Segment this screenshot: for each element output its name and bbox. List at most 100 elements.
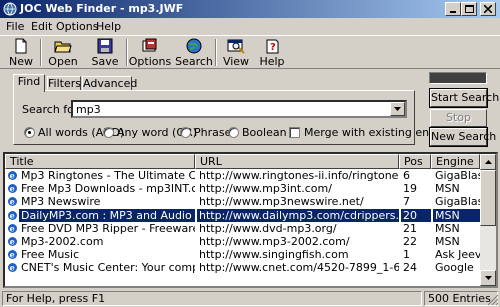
help-icon: ? (266, 39, 279, 54)
ie-page-icon: e (8, 184, 17, 194)
tab-advanced[interactable]: Advanced (82, 76, 137, 91)
ie-page-icon: e (8, 223, 17, 233)
ie-page-icon: e (8, 237, 17, 247)
help-button[interactable]: ? Help (253, 37, 291, 69)
radio-boolean[interactable] (228, 126, 239, 138)
svg-text:e: e (10, 237, 15, 247)
minimize-button[interactable] (445, 2, 461, 16)
column-pos[interactable]: Pos (399, 154, 431, 169)
menu-edit[interactable]: Edit (31, 20, 52, 33)
cell-url: http://www.mp3int.com/ (199, 182, 332, 196)
cell-url: http://www.mp3newswire.net/ (199, 195, 364, 209)
ie-page-icon: e (8, 197, 17, 207)
table-row[interactable]: e Mp3 Ringtones - The Ultimate Collection… (5, 169, 496, 182)
results-scrollbar[interactable] (480, 154, 496, 286)
window-title: JOC Web Finder - mp3.JWF (20, 2, 184, 15)
search-dropdown-button[interactable] (390, 102, 405, 116)
resize-grip-icon[interactable] (487, 294, 499, 306)
cell-engine: MSN (433, 208, 480, 222)
merge-checkbox[interactable] (289, 126, 300, 138)
cell-engine: MSN (435, 235, 460, 248)
start-search-button[interactable]: Start Search (429, 88, 499, 108)
save-button[interactable]: Save (86, 37, 124, 69)
close-button[interactable] (480, 2, 496, 16)
cell-title: MP3 Newswire (21, 195, 101, 209)
table-row[interactable]: e MP3 Newswire http://www.mp3newswire.net/… (5, 195, 496, 208)
cell-title: Free Music (21, 248, 80, 262)
options-icon (142, 38, 157, 52)
table-row[interactable]: e CNET's Music Center: Your complete gui.… (5, 261, 496, 274)
menu-help[interactable]: Help (96, 20, 121, 33)
radio-all-words[interactable] (24, 126, 35, 138)
scroll-up-button[interactable] (480, 154, 496, 170)
close-icon (484, 5, 492, 13)
radio-any-word[interactable] (103, 126, 114, 138)
cell-url: http://www.mp3-2002.com/ (199, 235, 350, 248)
cell-url: http://www.cnet.com/4520-7899_1-6284920-… (199, 261, 399, 275)
cell-engine: MSN (435, 182, 460, 196)
table-row[interactable]: e Mp3-2002.com http://www.mp3-2002.com/22 M… (5, 235, 496, 248)
cell-engine: Ask Jeeves (435, 248, 480, 262)
cell-url: http://www.dvd-mp3.org/ (199, 221, 337, 235)
open-button[interactable]: Open (44, 37, 82, 69)
view-icon (227, 39, 245, 54)
options-button[interactable]: Options (128, 37, 172, 69)
column-engine[interactable]: Engine (431, 154, 480, 169)
toolbar-separator (40, 39, 42, 66)
table-row[interactable]: e Free Mp3 Downloads - mp3INT.com - W... h… (5, 182, 496, 195)
table-row[interactable]: e Free DVD MP3 Ripper - Freeware conver..… (5, 222, 496, 235)
mode-phrase[interactable]: Phrase (180, 125, 231, 139)
maximize-button[interactable] (461, 2, 477, 16)
cell-pos: 20 (401, 208, 431, 222)
menu-options[interactable]: Options (56, 20, 98, 33)
cell-title: CNET's Music Center: Your complete gui..… (21, 261, 195, 275)
cell-url: http://www.dailymp3.com/cdrippers.html (197, 208, 399, 222)
cell-engine: MSN (435, 221, 460, 235)
view-button[interactable]: View (217, 37, 255, 69)
mode-boolean[interactable]: Boolean (228, 125, 287, 139)
mode-boolean-label: Boolean (242, 125, 287, 139)
globe-search-icon (186, 38, 202, 54)
arrow-up-icon (484, 160, 492, 164)
search-button[interactable]: Search (173, 37, 215, 69)
save-disk-icon (97, 38, 113, 54)
cell-pos: 22 (403, 235, 417, 248)
cell-engine: GigaBlast (435, 169, 480, 182)
ie-page-icon: e (8, 171, 17, 181)
merge-option[interactable]: Merge with existing entries (289, 125, 454, 139)
cell-title: Mp3 Ringtones - The Ultimate Collection (21, 169, 195, 182)
column-title[interactable]: Title (5, 154, 195, 169)
cell-pos: 6 (403, 169, 410, 182)
tab-find[interactable]: Find (13, 74, 45, 92)
radio-phrase[interactable] (180, 126, 191, 138)
tab-filters[interactable]: Filters (47, 76, 81, 91)
ie-page-icon: e (8, 250, 17, 260)
cell-engine: Google (435, 261, 474, 275)
ie-page-icon: e (8, 263, 17, 273)
new-label: New (9, 55, 33, 68)
new-button[interactable]: New (2, 37, 40, 69)
view-label: View (222, 55, 250, 68)
menu-bar: File Edit Options Help (0, 18, 500, 34)
arrow-down-icon (484, 276, 492, 280)
save-label: Save (91, 55, 119, 68)
table-row[interactable]: e Free Music http://www.singingfish.com 1 As… (5, 248, 496, 261)
cell-url: http://www.singingfish.com (199, 248, 349, 262)
ie-page-icon: e (8, 210, 17, 220)
menu-file[interactable]: File (6, 20, 24, 33)
scroll-down-button[interactable] (480, 270, 496, 286)
table-row[interactable]: e DailyMP3.com : MP3 and Audio CD Ripp...… (5, 208, 496, 222)
column-url[interactable]: URL (195, 154, 399, 169)
app-window: JOC Web Finder - mp3.JWF File Edit Optio… (0, 0, 500, 307)
scroll-thumb[interactable] (480, 170, 496, 226)
cell-title: DailyMP3.com : MP3 and Audio CD Ripp... (19, 208, 195, 222)
stop-button[interactable]: Stop (430, 109, 487, 127)
svg-text:e: e (10, 223, 15, 233)
new-search-button[interactable]: New Search (429, 127, 496, 147)
search-input[interactable]: mp3 (71, 100, 407, 118)
results-list[interactable]: Title URL Pos Engine e Mp3 Ringtones - Th… (3, 152, 498, 288)
svg-text:e: e (10, 250, 15, 260)
cell-pos: 19 (403, 182, 417, 196)
title-bar[interactable]: JOC Web Finder - mp3.JWF (0, 0, 500, 18)
cell-url: http://www.ringtones-ii.info/ringtones/m… (199, 169, 399, 182)
